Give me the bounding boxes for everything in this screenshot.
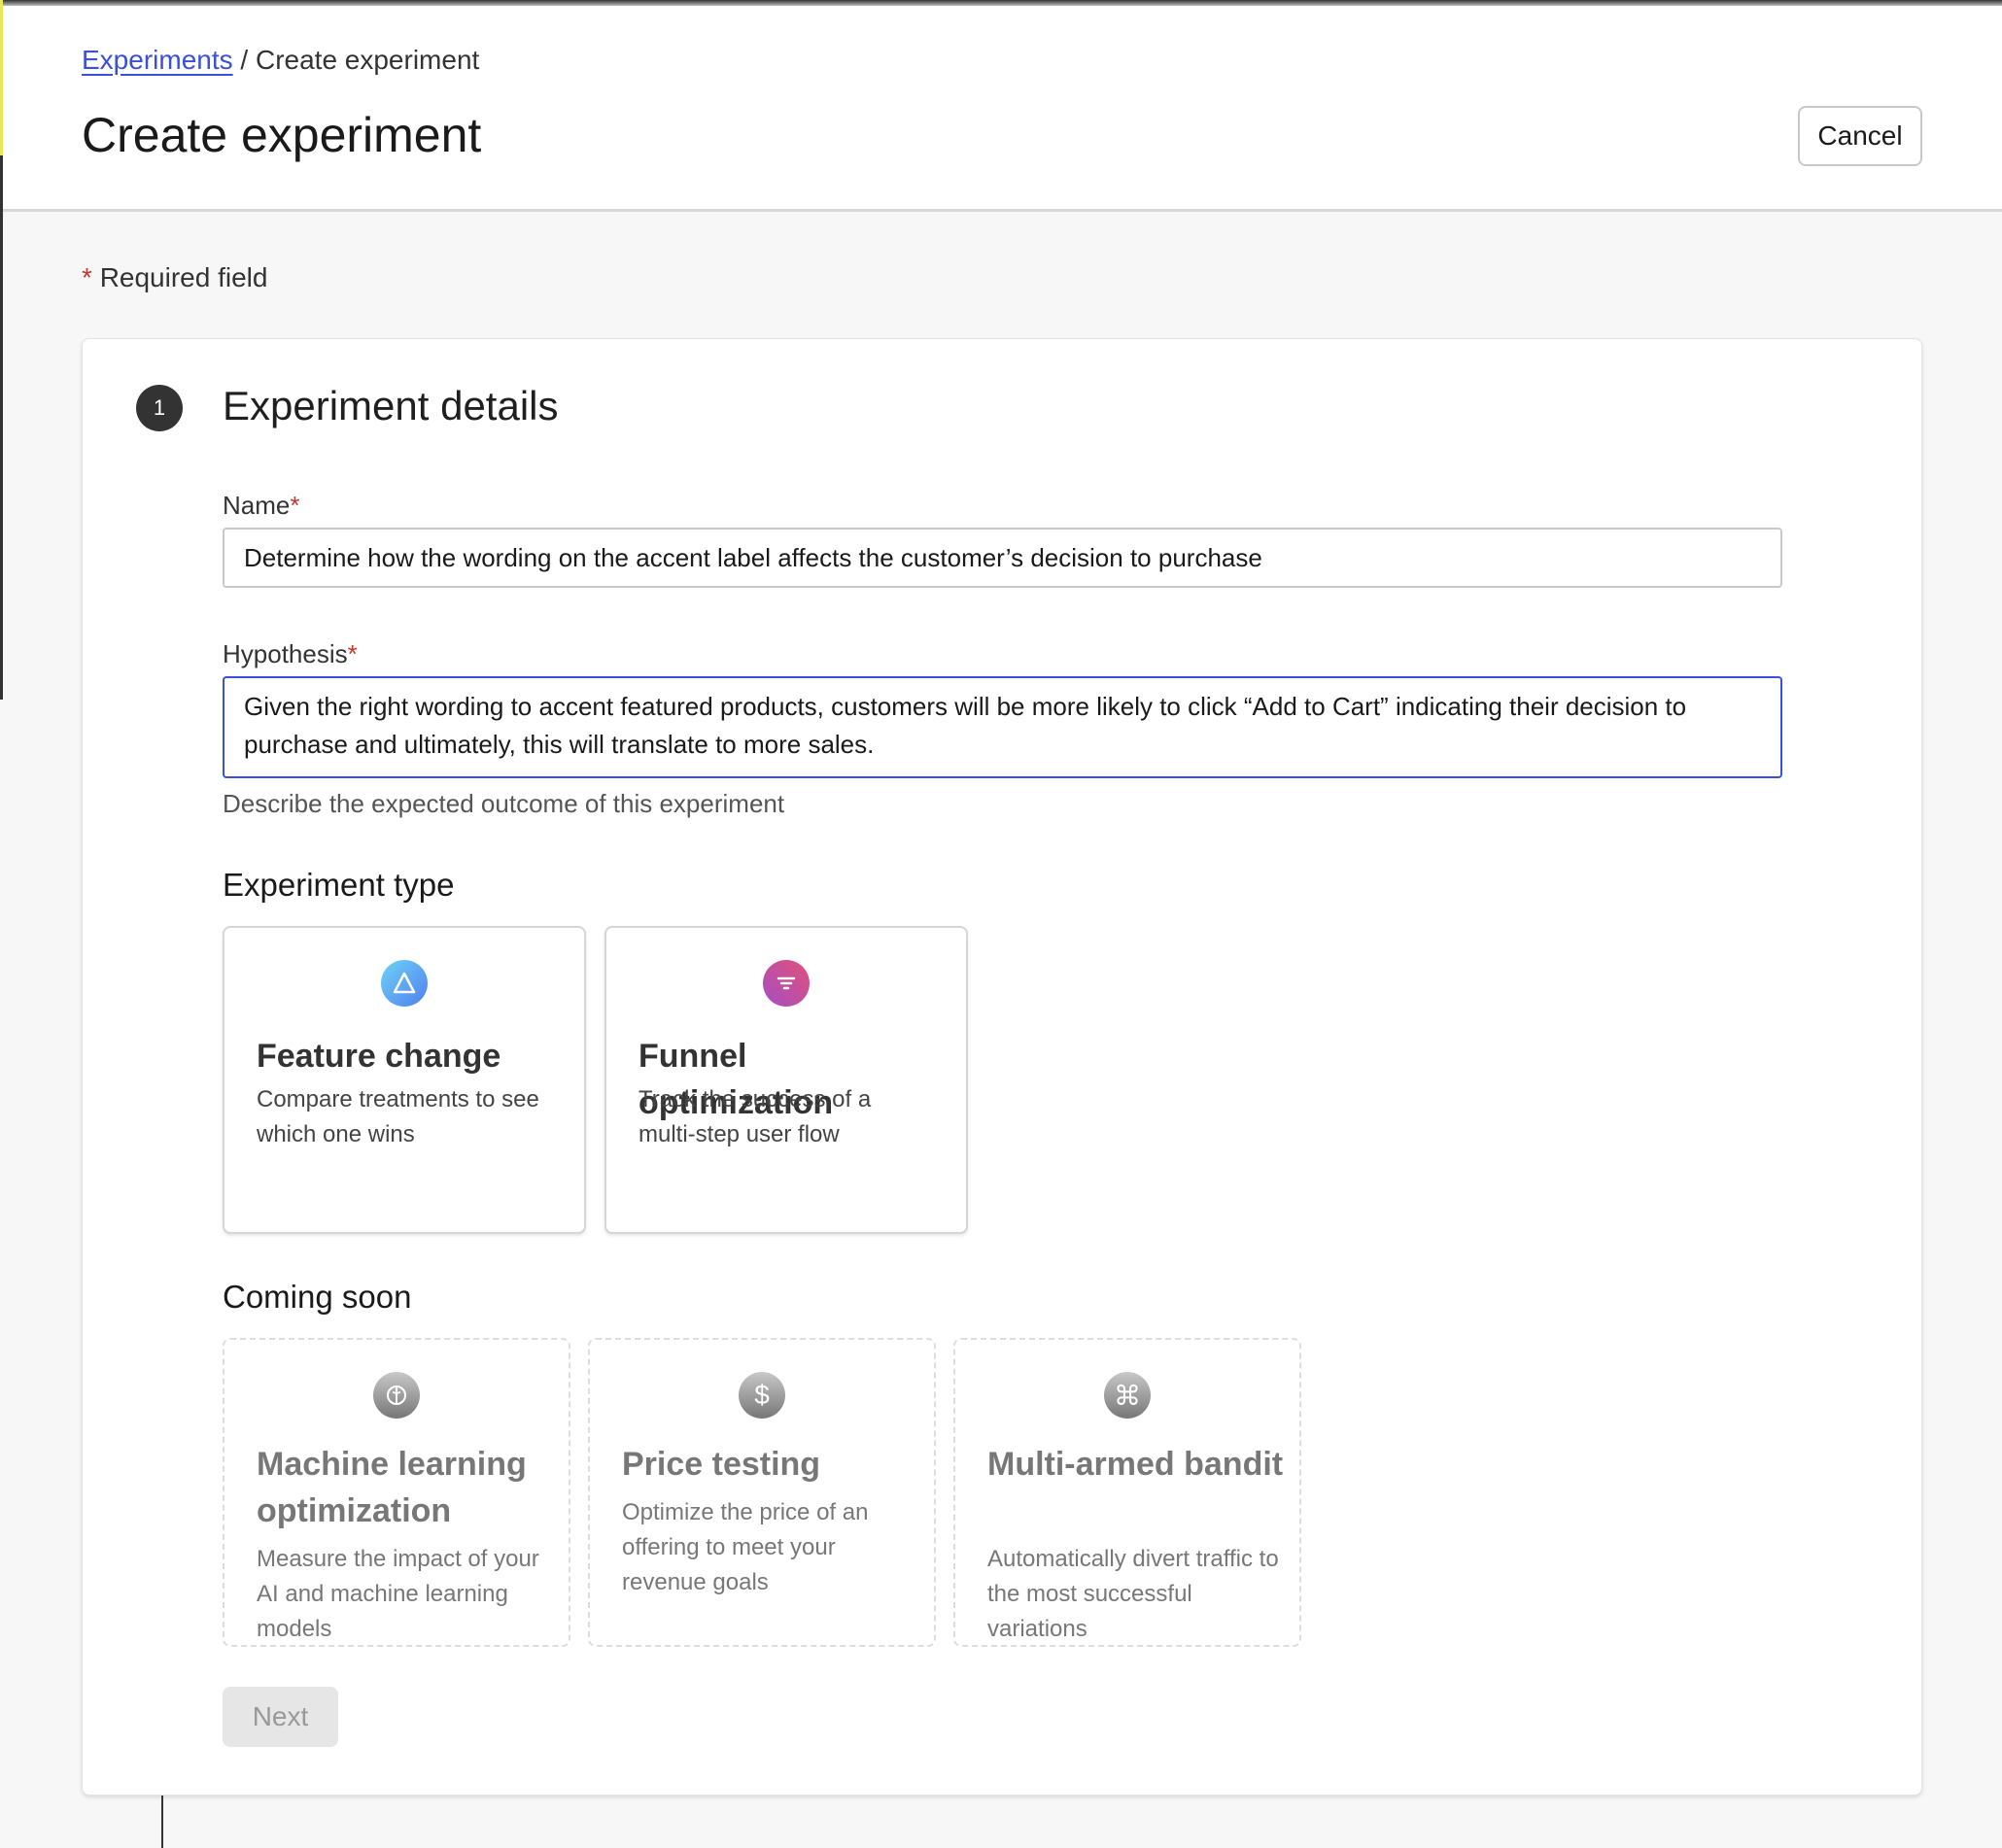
required-text: Required field bbox=[99, 262, 268, 292]
coming-soon-multi-armed-bandit: ⌘ Multi-armed bandit Automatically diver… bbox=[953, 1338, 1301, 1647]
triangle-icon bbox=[381, 960, 428, 1007]
option-title: Feature change bbox=[257, 1038, 501, 1075]
hypothesis-label: Hypothesis* bbox=[223, 639, 358, 669]
name-label-text: Name bbox=[223, 491, 291, 520]
coming-soon-heading: Coming soon bbox=[223, 1279, 412, 1315]
step-number-badge: 1 bbox=[136, 385, 183, 431]
option-title: Machine learning optimization bbox=[257, 1446, 527, 1529]
required-asterisk: * bbox=[347, 639, 358, 668]
required-asterisk: * bbox=[82, 262, 92, 292]
hypothesis-label-text: Hypothesis bbox=[223, 639, 348, 668]
dollar-icon: $ bbox=[739, 1372, 785, 1419]
option-title: Multi-armed bandit bbox=[987, 1446, 1284, 1483]
option-description: Track the success of a multi-step user f… bbox=[639, 1086, 872, 1147]
option-description: Measure the impact of your AI and machin… bbox=[257, 1546, 539, 1642]
coming-soon-ml-optimization: Machine learning optimization Measure th… bbox=[223, 1338, 570, 1647]
brain-icon bbox=[373, 1372, 420, 1419]
option-title: Price testing bbox=[622, 1446, 821, 1483]
option-description: Optimize the price of an offering to mee… bbox=[622, 1499, 869, 1595]
breadcrumb-separator: / bbox=[240, 45, 249, 75]
option-description: Automatically divert traffic to the most… bbox=[987, 1546, 1279, 1642]
option-description: Compare treatments to see which one wins bbox=[257, 1086, 539, 1147]
funnel-icon bbox=[763, 960, 810, 1007]
breadcrumb-experiments-link[interactable]: Experiments bbox=[82, 45, 233, 75]
experiment-type-feature-change[interactable]: Feature change Compare treatments to see… bbox=[223, 926, 586, 1234]
hypothesis-help-text: Describe the expected outcome of this ex… bbox=[223, 789, 785, 818]
required-field-note: * Required field bbox=[82, 262, 267, 293]
next-button[interactable]: Next bbox=[223, 1687, 338, 1747]
name-input[interactable]: Determine how the wording on the accent … bbox=[223, 528, 1782, 588]
coming-soon-price-testing: $ Price testing Optimize the price of an… bbox=[588, 1338, 936, 1647]
divider-line bbox=[161, 1796, 163, 1848]
page-title: Create experiment bbox=[82, 108, 482, 162]
breadcrumb-current: Create experiment bbox=[255, 45, 480, 75]
page-header: Experiments / Create experiment Create e… bbox=[3, 6, 2002, 212]
cancel-button[interactable]: Cancel bbox=[1798, 106, 1922, 166]
required-asterisk: * bbox=[290, 491, 300, 520]
section-title: Experiment details bbox=[223, 383, 559, 428]
name-label: Name* bbox=[223, 491, 299, 521]
breadcrumb: Experiments / Create experiment bbox=[82, 45, 479, 76]
hypothesis-textarea[interactable]: Given the right wording to accent featur… bbox=[223, 676, 1782, 778]
window-left-edge-dark bbox=[0, 155, 3, 700]
experiment-type-heading: Experiment type bbox=[223, 867, 455, 903]
experiment-type-funnel-optimization[interactable]: Funnel optimization Track the success of… bbox=[604, 926, 968, 1234]
bandit-icon: ⌘ bbox=[1104, 1372, 1151, 1419]
